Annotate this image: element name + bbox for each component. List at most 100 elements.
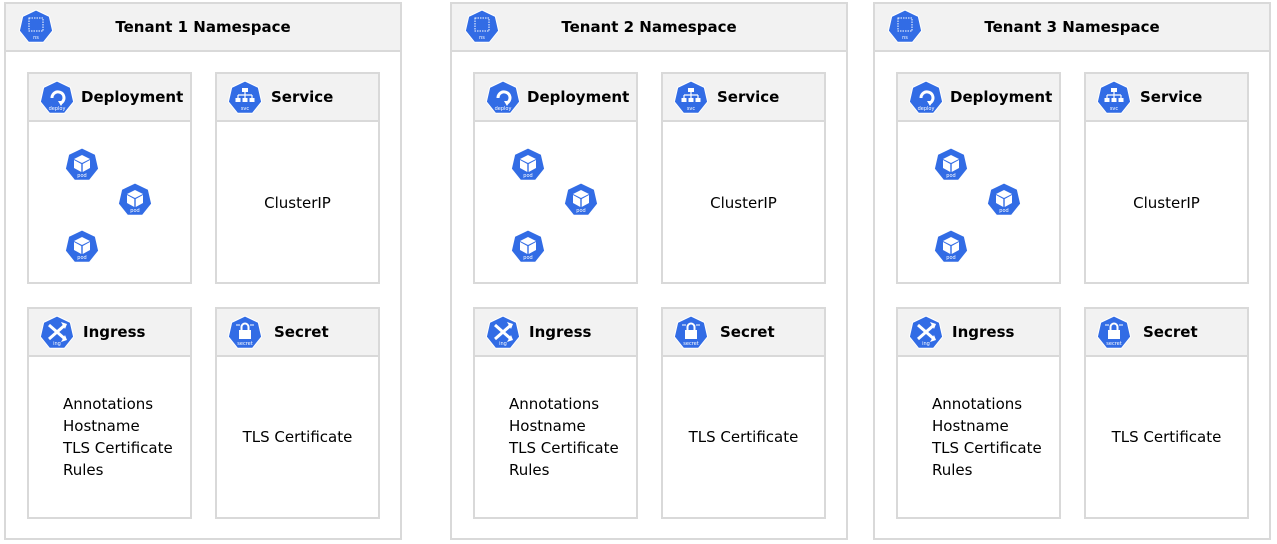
svg-text:deploy: deploy: [495, 106, 512, 112]
deployment-icon: deploy: [908, 79, 944, 119]
svg-text:secret: secret: [683, 341, 698, 347]
secret-title: Secret: [274, 323, 329, 341]
svg-text:ing: ing: [53, 341, 61, 347]
secret-title: Secret: [1143, 323, 1198, 341]
svg-text:pod: pod: [77, 255, 86, 261]
service-header: svc Service: [1086, 74, 1247, 122]
deployment-header: deploy Deployment: [29, 74, 190, 122]
tenant-namespace: ns Tenant 1 Namespace deploy Deployment …: [4, 2, 402, 540]
svg-text:pod: pod: [576, 208, 585, 214]
ingress-title: Ingress: [952, 323, 1015, 341]
deployment-icon: deploy: [485, 79, 521, 119]
svg-text:pod: pod: [523, 173, 532, 179]
service-icon: svc: [1096, 79, 1132, 119]
secret-icon: secret: [227, 314, 263, 354]
secret-content: TLS Certificate: [242, 428, 353, 446]
secret-icon: secret: [1096, 314, 1132, 354]
ingress-field: Annotations: [932, 395, 1023, 413]
svg-text:pod: pod: [999, 208, 1008, 214]
secret-content: TLS Certificate: [1111, 428, 1222, 446]
namespace-title: Tenant 3 Namespace: [984, 18, 1160, 36]
ingress-field: Hostname: [509, 417, 586, 435]
ingress-header: ing Ingress: [475, 309, 636, 357]
ingress-header: ing Ingress: [898, 309, 1059, 357]
secret-box: secret Secret TLS Certificate: [215, 307, 380, 519]
secret-title: Secret: [720, 323, 775, 341]
ingress-field: TLS Certificate: [932, 439, 1042, 457]
service-type: ClusterIP: [710, 194, 777, 212]
ingress-field: Rules: [63, 461, 104, 479]
deployment-header: deploy Deployment: [475, 74, 636, 122]
pod-icon: pod: [64, 146, 100, 186]
secret-header: secret Secret: [217, 309, 378, 357]
service-box: svc Service ClusterIP: [215, 72, 380, 284]
secret-icon: secret: [673, 314, 709, 354]
ingress-title: Ingress: [529, 323, 592, 341]
service-title: Service: [271, 88, 334, 106]
service-icon: svc: [227, 79, 263, 119]
namespace-title: Tenant 1 Namespace: [115, 18, 291, 36]
ingress-icon: ing: [39, 314, 75, 354]
namespace-title: Tenant 2 Namespace: [561, 18, 737, 36]
svg-text:pod: pod: [946, 255, 955, 261]
svg-text:secret: secret: [1106, 341, 1121, 347]
svg-text:svc: svc: [241, 106, 250, 112]
ingress-field: Hostname: [63, 417, 140, 435]
secret-header: secret Secret: [663, 309, 824, 357]
pod-icon: pod: [510, 228, 546, 268]
ingress-icon: ing: [485, 314, 521, 354]
namespace-header: ns Tenant 2 Namespace: [452, 4, 846, 52]
pod-icon: pod: [563, 181, 599, 221]
ingress-field: TLS Certificate: [509, 439, 619, 457]
svg-text:deploy: deploy: [49, 106, 66, 112]
ingress-header: ing Ingress: [29, 309, 190, 357]
namespace-header: ns Tenant 1 Namespace: [6, 4, 400, 52]
pod-icon: pod: [117, 181, 153, 221]
svg-text:secret: secret: [237, 341, 252, 347]
tenant-namespace: ns Tenant 3 Namespace deploy Deployment …: [873, 2, 1271, 540]
deployment-header: deploy Deployment: [898, 74, 1059, 122]
svg-text:deploy: deploy: [918, 106, 935, 112]
service-type: ClusterIP: [264, 194, 331, 212]
secret-header: secret Secret: [1086, 309, 1247, 357]
secret-box: secret Secret TLS Certificate: [1084, 307, 1249, 519]
ingress-field: Annotations: [63, 395, 154, 413]
ingress-icon: ing: [908, 314, 944, 354]
ingress-box: ing Ingress Annotations Hostname TLS Certi…: [473, 307, 638, 519]
deployment-box: deploy Deployment pod pod pod: [473, 72, 638, 284]
svg-text:pod: pod: [523, 255, 532, 261]
pod-icon: pod: [933, 146, 969, 186]
tenant-namespace: ns Tenant 2 Namespace deploy Deployment …: [450, 2, 848, 540]
ingress-fields: Annotations Hostname TLS Certificate Rules: [932, 393, 1042, 481]
service-type: ClusterIP: [1133, 194, 1200, 212]
ingress-field: Rules: [932, 461, 973, 479]
deployment-box: deploy Deployment pod pod pod: [27, 72, 192, 284]
deployment-box: deploy Deployment pod pod pod: [896, 72, 1061, 284]
service-box: svc Service ClusterIP: [1084, 72, 1249, 284]
secret-box: secret Secret TLS Certificate: [661, 307, 826, 519]
deployment-icon: deploy: [39, 79, 75, 119]
service-icon: svc: [673, 79, 709, 119]
ingress-fields: Annotations Hostname TLS Certificate Rules: [63, 393, 173, 481]
pod-icon: pod: [933, 228, 969, 268]
svg-text:svc: svc: [1110, 106, 1119, 112]
deployment-title: Deployment: [81, 88, 184, 106]
service-title: Service: [1140, 88, 1203, 106]
svg-text:ing: ing: [499, 341, 507, 347]
svg-text:pod: pod: [77, 173, 86, 179]
namespace-header: ns Tenant 3 Namespace: [875, 4, 1269, 52]
deployment-title: Deployment: [950, 88, 1053, 106]
ingress-box: ing Ingress Annotations Hostname TLS Certi…: [896, 307, 1061, 519]
ingress-field: TLS Certificate: [63, 439, 173, 457]
service-box: svc Service ClusterIP: [661, 72, 826, 284]
ingress-field: Annotations: [509, 395, 600, 413]
secret-content: TLS Certificate: [688, 428, 799, 446]
svg-text:ing: ing: [922, 341, 930, 347]
pod-icon: pod: [510, 146, 546, 186]
ingress-field: Hostname: [932, 417, 1009, 435]
deployment-title: Deployment: [527, 88, 630, 106]
service-header: svc Service: [663, 74, 824, 122]
pod-icon: pod: [986, 181, 1022, 221]
svg-text:svc: svc: [687, 106, 696, 112]
service-title: Service: [717, 88, 780, 106]
